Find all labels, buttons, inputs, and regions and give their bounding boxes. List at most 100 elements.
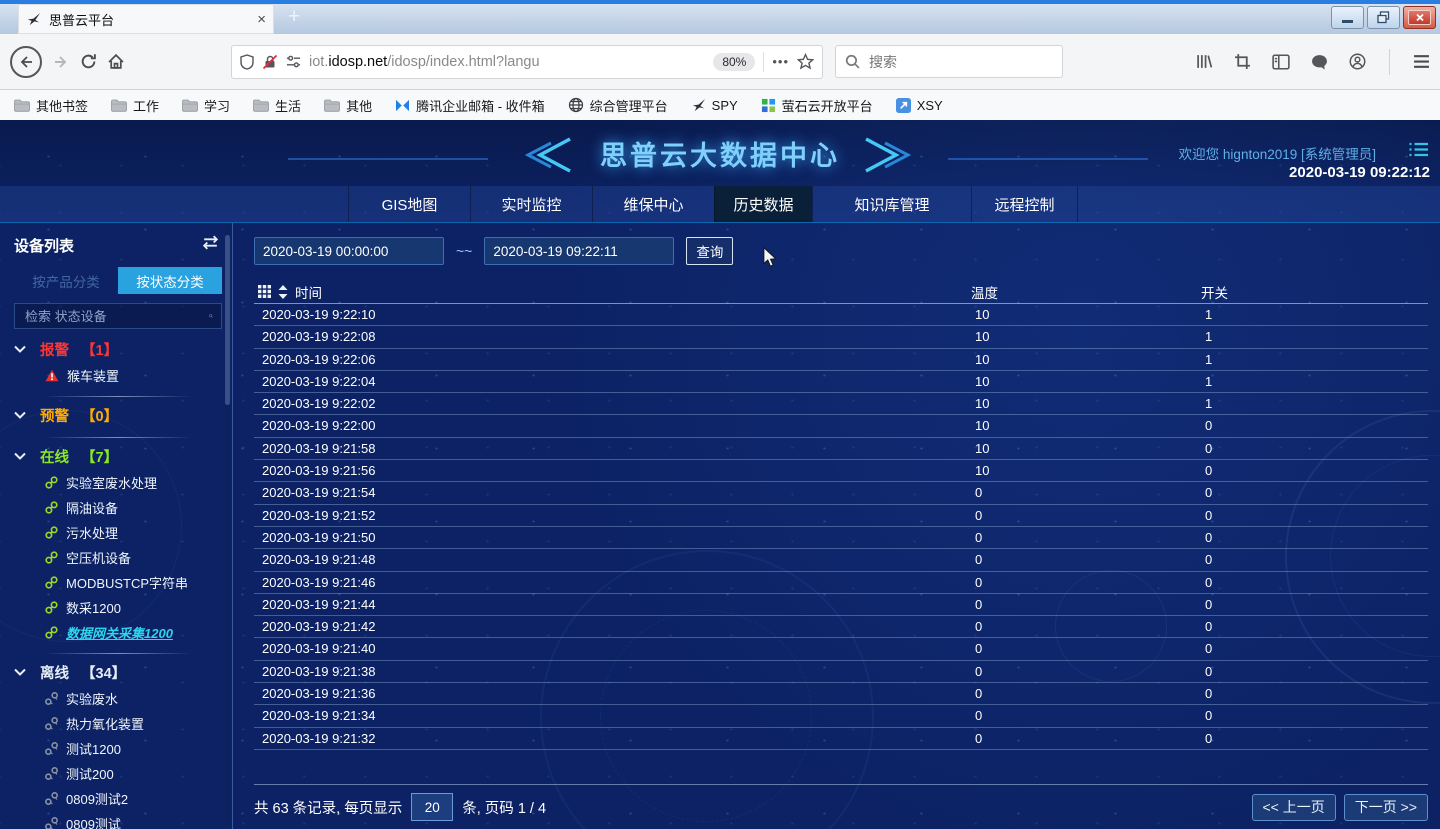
- link-icon: [45, 576, 58, 589]
- device-item[interactable]: MODBUSTCP字符串: [14, 570, 232, 595]
- new-tab-button[interactable]: +: [288, 5, 300, 29]
- reload-button[interactable]: [80, 53, 97, 70]
- device-item[interactable]: 测试200: [14, 761, 232, 786]
- column-header-time[interactable]: 时间: [295, 282, 322, 302]
- search-input[interactable]: [867, 53, 1053, 71]
- date-to-input[interactable]: [484, 237, 674, 265]
- table-row: 2020-03-19 9:21:3400: [254, 705, 1428, 727]
- nav-tab-知识库管理[interactable]: 知识库管理: [812, 186, 971, 222]
- chevron-down-icon[interactable]: [14, 668, 26, 676]
- device-item[interactable]: 0809测试2: [14, 786, 232, 811]
- bookmark-item[interactable]: 其他书签: [14, 96, 88, 115]
- sidebar-group-离线[interactable]: 离线【34】: [14, 658, 232, 686]
- bookmark-item[interactable]: 学习: [182, 96, 230, 115]
- swap-icon[interactable]: [201, 235, 220, 255]
- folder-icon: [111, 99, 127, 112]
- home-button[interactable]: [107, 53, 125, 70]
- group-divider: [44, 653, 192, 654]
- device-item[interactable]: 数采1200: [14, 595, 232, 620]
- permissions-icon[interactable]: [286, 54, 301, 69]
- cell-time: 2020-03-19 9:21:52: [262, 505, 975, 527]
- search-icon[interactable]: [209, 309, 213, 323]
- search-bar[interactable]: [835, 45, 1063, 78]
- sidebar-group-报警[interactable]: 报警【1】: [14, 335, 232, 363]
- sidebar-group-在线[interactable]: 在线【7】: [14, 442, 232, 470]
- device-name: 数据网关采集1200: [66, 623, 173, 642]
- page-actions-icon[interactable]: •••: [772, 54, 789, 69]
- device-item[interactable]: 猴车装置: [14, 363, 232, 388]
- nav-tab-GIS地图[interactable]: GIS地图: [348, 186, 470, 222]
- menu-hamburger-icon[interactable]: [1413, 54, 1430, 69]
- zoom-level-badge[interactable]: 80%: [713, 53, 755, 71]
- window-minimize-button[interactable]: [1331, 6, 1364, 29]
- sidebar-tab-by-status[interactable]: 按状态分类: [118, 267, 222, 294]
- url-bar[interactable]: iot.idosp.net/idosp/index.html?langu 80%…: [231, 45, 823, 79]
- table-row: 2020-03-19 9:21:5400: [254, 482, 1428, 504]
- chevron-down-icon[interactable]: [14, 452, 26, 460]
- bookmark-item[interactable]: 综合管理平台: [568, 96, 668, 115]
- back-button[interactable]: [10, 46, 42, 78]
- screenshot-crop-icon[interactable]: [1234, 53, 1251, 70]
- column-header-temperature[interactable]: 温度: [971, 282, 1201, 302]
- bookmark-item[interactable]: 生活: [253, 96, 301, 115]
- cell-switch: 0: [1205, 460, 1428, 482]
- cell-switch: 0: [1205, 549, 1428, 571]
- account-icon[interactable]: [1349, 53, 1366, 70]
- sidebar-tab-by-product[interactable]: 按产品分类: [14, 267, 118, 294]
- cell-temperature: 10: [975, 304, 1205, 326]
- cell-temperature: 0: [975, 505, 1205, 527]
- device-item[interactable]: 测试1200: [14, 736, 232, 761]
- device-item[interactable]: 隔油设备: [14, 495, 232, 520]
- device-item[interactable]: 数据网关采集1200: [14, 620, 232, 645]
- chevron-down-icon[interactable]: [14, 345, 26, 353]
- sidebar-toggle-icon[interactable]: [1272, 54, 1290, 70]
- column-header-switch[interactable]: 开关: [1201, 282, 1428, 302]
- insecure-lock-icon[interactable]: [262, 54, 278, 70]
- nav-tab-远程控制[interactable]: 远程控制: [971, 186, 1078, 222]
- device-search-box[interactable]: [14, 303, 222, 329]
- nav-tab-维保中心[interactable]: 维保中心: [592, 186, 714, 222]
- sidebar-scrollbar[interactable]: [225, 227, 230, 825]
- bookmark-star-icon[interactable]: [797, 53, 814, 70]
- forward-button[interactable]: [52, 54, 70, 70]
- device-item[interactable]: 热力氧化装置: [14, 711, 232, 736]
- device-item[interactable]: 实验室废水处理: [14, 470, 232, 495]
- messenger-icon[interactable]: [1311, 54, 1328, 70]
- device-item[interactable]: 实验废水: [14, 686, 232, 711]
- cell-switch: 0: [1205, 638, 1428, 660]
- device-item[interactable]: 空压机设备: [14, 545, 232, 570]
- bookmark-label: XSY: [917, 98, 943, 113]
- next-page-button[interactable]: 下一页 >>: [1344, 794, 1428, 821]
- group-divider: [44, 396, 192, 397]
- device-search-input[interactable]: [23, 308, 203, 325]
- date-from-input[interactable]: [254, 237, 444, 265]
- sidebar-group-预警[interactable]: 预警【0】: [14, 401, 232, 429]
- user-menu-list-icon[interactable]: [1409, 142, 1428, 162]
- browser-tab[interactable]: 思普云平台 ×: [18, 4, 274, 34]
- tab-close-icon[interactable]: ×: [257, 12, 266, 27]
- bookmark-item[interactable]: SPY: [691, 98, 738, 113]
- nav-tab-实时监控[interactable]: 实时监控: [470, 186, 592, 222]
- cell-temperature: 0: [975, 616, 1205, 638]
- bookmark-item[interactable]: 腾讯企业邮箱 - 收件箱: [395, 96, 545, 115]
- shield-icon[interactable]: [240, 54, 254, 70]
- window-restore-button[interactable]: [1367, 6, 1400, 29]
- page-size-input[interactable]: [411, 793, 453, 821]
- window-close-button[interactable]: [1403, 6, 1436, 29]
- query-button[interactable]: 查询: [686, 237, 733, 265]
- library-icon[interactable]: [1196, 53, 1213, 70]
- grid-icon[interactable]: [258, 285, 271, 298]
- table-row: 2020-03-19 9:21:4800: [254, 549, 1428, 571]
- chevron-down-icon[interactable]: [14, 411, 26, 419]
- folder-icon: [14, 99, 30, 112]
- group-count: 【34】: [81, 662, 126, 683]
- bookmark-item[interactable]: 萤石云开放平台: [761, 96, 873, 115]
- device-item[interactable]: 污水处理: [14, 520, 232, 545]
- bookmark-item[interactable]: 其他: [324, 96, 372, 115]
- bookmark-item[interactable]: 工作: [111, 96, 159, 115]
- prev-page-button[interactable]: << 上一页: [1252, 794, 1336, 821]
- device-item[interactable]: 0809测试: [14, 811, 232, 829]
- nav-tab-历史数据[interactable]: 历史数据: [714, 186, 812, 222]
- bookmark-item[interactable]: XSY: [896, 98, 943, 113]
- sort-icon[interactable]: [278, 285, 288, 299]
